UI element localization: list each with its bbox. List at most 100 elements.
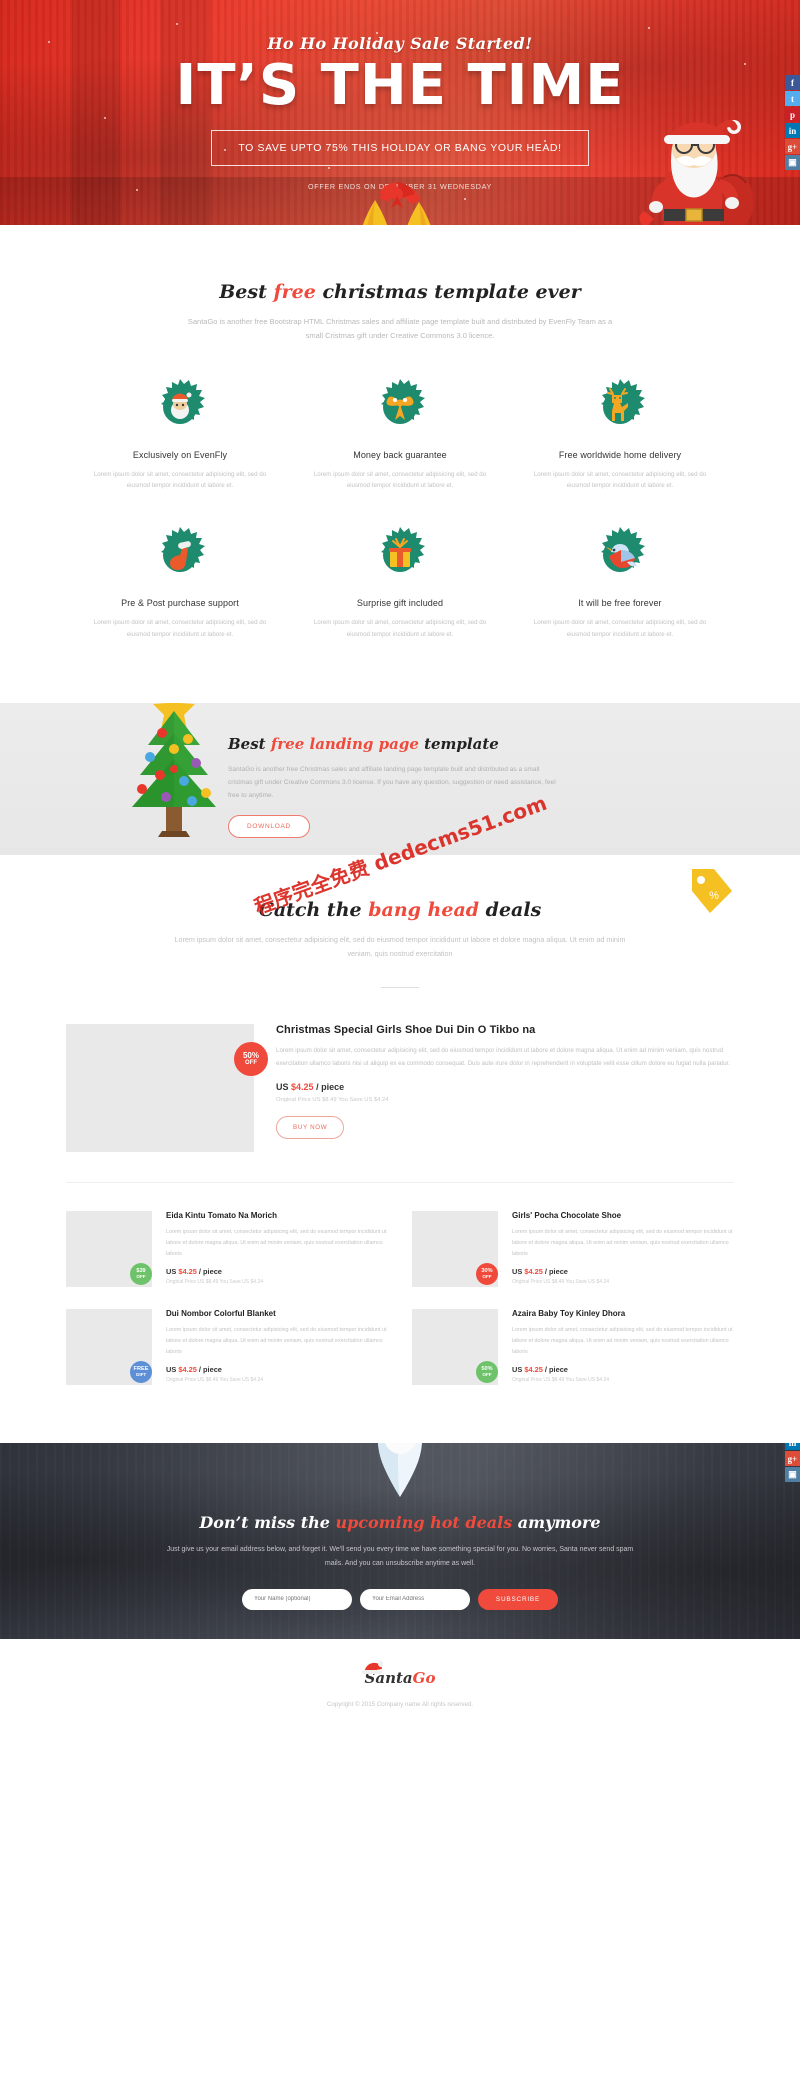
googleplus-icon[interactable]: g+ [785,139,800,154]
facebook-icon[interactable]: f [785,75,800,90]
feature-title: Money back guarantee [353,449,447,460]
feature-item: Exclusively on EvenFly Lorem ipsum dolor… [70,378,290,493]
product-title: Eida Kintu Tomato Na Morich [166,1211,277,1221]
feature-text: Lorem ipsum dolor sit amet, consectetur … [93,470,267,490]
featured-product-image [66,1024,254,1153]
product-thumb-wrap: 30% OFF [412,1211,498,1288]
newsletter-content: Don’t miss the upcoming hot deals amymor… [0,1443,800,1610]
features-section: Best free christmas template ever SantaG… [0,225,800,669]
santa-wreath-icon [151,378,209,436]
product-description: Lorem ipsum dolor sit amet, consectetur … [166,1229,387,1257]
product-description: Lorem ipsum dolor sit amet, consectetur … [166,1327,387,1355]
price-amount: $4.25 [524,1267,543,1277]
price-currency: US [166,1365,177,1375]
product-title: Dui Nombor Colorful Blanket [166,1309,276,1319]
deals-title-pre: Catch the [258,898,369,921]
features-title-pre: Best [219,281,274,303]
email-input[interactable] [360,1588,470,1610]
social-rail-bottom: f t p in g+ ▣ [785,1443,800,1483]
product-original-price: Original Price US $8.49 You Save US $4.2… [166,1279,264,1286]
landing-title-highlight: free landing page [270,734,419,753]
price-unit: / piece [544,1365,568,1375]
product-original-price: Original Price US $8.49 You Save US $4.2… [166,1377,264,1384]
products-divider [66,1182,734,1184]
price-amount: $4.25 [291,1081,314,1092]
features-title-post: christmas template ever [315,281,581,303]
product-description: Lorem ipsum dolor sit amet, consectetur … [512,1327,733,1355]
price-unit: / piece [544,1267,568,1277]
badge-bottom: GIFT [135,1371,147,1377]
features-row-2: Pre & Post purchase support Lorem ipsum … [0,526,800,641]
svg-text:%: % [709,890,719,902]
price-currency: US [166,1267,177,1277]
newsletter-title: Don’t miss the upcoming hot deals amymor… [0,1513,800,1532]
feature-title: Exclusively on EvenFly [132,449,228,460]
feature-text: Lorem ipsum dolor sit amet, consectetur … [313,470,487,490]
product-price: US $4.25 / piece [512,1365,734,1374]
featured-product-body: Christmas Special Girls Shoe Dui Din O T… [254,1024,734,1152]
instagram-icon[interactable]: ▣ [785,155,800,170]
copyright-text: Copyright © 2015 Company name All rights… [326,1701,474,1709]
product-grid: $39 OFF Eida Kintu Tomato Na Morich Lore… [66,1211,734,1407]
price-unit: / piece [198,1267,222,1277]
reindeer-wreath-icon [591,378,649,436]
footer-logo[interactable]: SantaGo [361,1661,435,1687]
feature-title: Surprise gift included [356,598,444,609]
linkedin-icon[interactable]: in [785,1443,800,1451]
feature-item: Pre & Post purchase support Lorem ipsum … [70,526,290,641]
price-currency: US [512,1267,523,1277]
product-card: $39 OFF Eida Kintu Tomato Na Morich Lore… [66,1211,400,1309]
bow-wreath-icon [371,378,429,436]
newsletter-title-post: amymore [512,1513,601,1533]
landing-text: SantaGo is another free Christmas sales … [228,765,556,799]
download-button[interactable]: DOWNLOAD [228,815,310,839]
linkedin-icon[interactable]: in [785,123,800,138]
christmas-tree-illustration [132,702,216,837]
pinterest-icon[interactable]: p [785,107,800,122]
landing-copy: Best free landing page template SantaGo … [228,735,558,839]
product-original-price: Original Price US $8.49 You Save US $4.2… [512,1279,610,1286]
jingle-bells-illustration [362,182,431,225]
features-subtitle: SantaGo is another free Bootstrap HTML C… [187,317,613,341]
featured-product-original-price: Original Price US $8.49 You Save US $4.2… [276,1096,389,1103]
badge-top: 50% [242,1051,259,1061]
footer: SantaGo Copyright © 2015 Company name Al… [0,1639,800,1745]
product-title: Azaira Baby Toy Kinley Dhora [512,1309,626,1319]
product-thumb-wrap: 50% OFF [412,1309,498,1386]
product-thumb-wrap: $39 OFF [66,1211,152,1288]
deals-subtitle: Lorem ipsum dolor sit amet, consectetur … [174,934,626,959]
product-body: Girls' Pocha Chocolate Shoe Lorem ipsum … [498,1211,734,1287]
newsletter-text: Just give us your email address below, a… [166,1546,634,1568]
price-currency: US [276,1081,289,1092]
santa-hat-icon [361,1661,383,1675]
badge-bottom: OFF [136,1273,146,1279]
subscribe-button[interactable]: SUBSCRIBE [478,1588,558,1610]
price-currency: US [512,1365,523,1375]
landing-page: Ho Ho Holiday Sale Started! IT’S THE TIM… [0,0,800,1745]
product-body: Eida Kintu Tomato Na Morich Lorem ipsum … [152,1211,388,1287]
hero-title: IT’S THE TIME [175,53,625,118]
price-amount: $4.25 [178,1365,197,1375]
featured-product: 50% OFF Christmas Special Girls Shoe Dui… [66,1024,734,1153]
landing-title-pre: Best [228,734,271,753]
hero-eyebrow: Ho Ho Holiday Sale Started! [267,34,533,53]
bird-wreath-icon [591,526,649,584]
name-input[interactable] [242,1588,352,1610]
newsletter-title-highlight: upcoming hot deals [335,1513,513,1533]
buy-now-button[interactable]: BUY NOW [276,1115,345,1139]
instagram-icon[interactable]: ▣ [785,1467,800,1483]
santa-illustration [639,120,754,225]
googleplus-icon[interactable]: g+ [785,1451,800,1467]
features-row-1: Exclusively on EvenFly Lorem ipsum dolor… [0,378,800,493]
newsletter-form: SUBSCRIBE [0,1588,800,1610]
feature-item: Money back guarantee Lorem ipsum dolor s… [290,378,510,493]
landing-title-post: template [418,734,499,753]
badge-bottom: OFF [482,1371,492,1377]
hero-cta-banner[interactable]: TO SAVE UPTO 75% THIS HOLIDAY OR BANG YO… [211,129,589,166]
badge-bottom: OFF [245,1060,257,1067]
deals-title: Catch the bang head deals [0,899,800,921]
twitter-icon[interactable]: t [785,91,800,106]
product-title: Girls' Pocha Chocolate Shoe [512,1211,622,1221]
deals-title-highlight: bang head [368,898,480,921]
feature-title: Pre & Post purchase support [121,598,239,609]
